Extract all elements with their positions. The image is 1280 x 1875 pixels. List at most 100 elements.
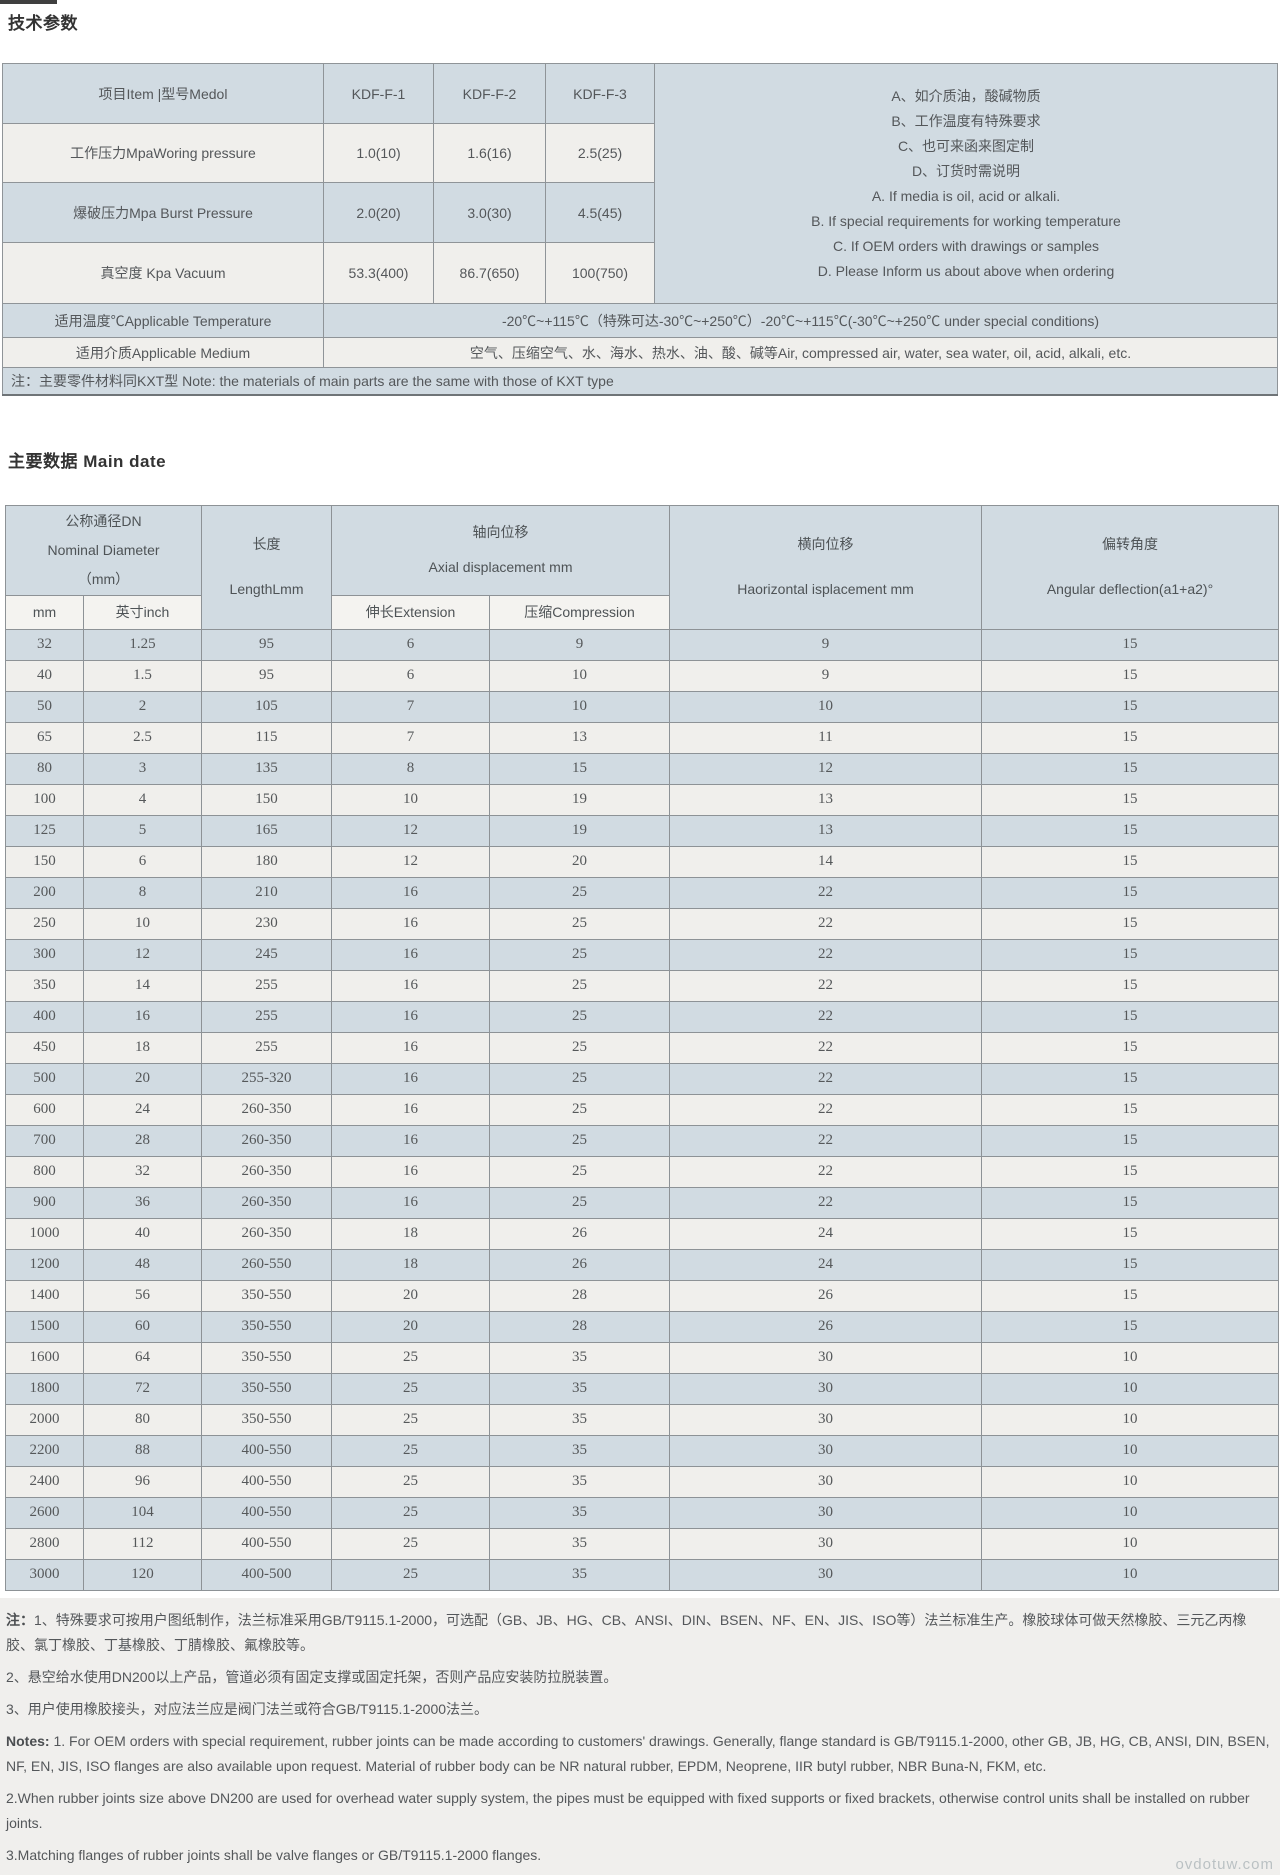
table-cell: 10: [982, 1497, 1279, 1528]
table-cell: 15: [982, 1280, 1279, 1311]
table-cell: 25: [332, 1497, 490, 1528]
table-cell: 96: [84, 1466, 202, 1497]
table-cell: 180: [202, 846, 332, 877]
main-table-body: 321.259569915401.59561091550210571010156…: [6, 629, 1279, 1590]
header-line: 偏转角度: [982, 531, 1278, 558]
table-cell: 12: [84, 939, 202, 970]
table-cell: 8: [332, 753, 490, 784]
table-cell: 10: [982, 1404, 1279, 1435]
cell: 100(750): [546, 243, 655, 304]
table-cell: 35: [490, 1466, 670, 1497]
table-row: 160064350-55025353010: [6, 1342, 1279, 1373]
table-cell: 150: [6, 846, 84, 877]
table-cell: 80: [6, 753, 84, 784]
table-row: 50020255-32016252215: [6, 1063, 1279, 1094]
table-cell: 100: [6, 784, 84, 815]
table-cell: 1.5: [84, 660, 202, 691]
table-cell: 15: [982, 722, 1279, 753]
main-data-table: 公称通径DN Nominal Diameter （mm） 长度 LengthLm…: [5, 505, 1279, 1591]
table-cell: 11: [670, 722, 982, 753]
table-row: 200080350-55025353010: [6, 1404, 1279, 1435]
table-row: 140056350-55020282615: [6, 1280, 1279, 1311]
table-cell: 15: [982, 1094, 1279, 1125]
table-cell: 800: [6, 1156, 84, 1187]
table-cell: 350: [6, 970, 84, 1001]
table-cell: 255: [202, 1001, 332, 1032]
side-note-line: C. If OEM orders with drawings or sample…: [659, 234, 1273, 259]
table-cell: 88: [84, 1435, 202, 1466]
table-cell: 300: [6, 939, 84, 970]
table-cell: 25: [490, 1125, 670, 1156]
table-cell: 22: [670, 908, 982, 939]
header-line: 横向位移: [670, 531, 981, 558]
table-cell: 1600: [6, 1342, 84, 1373]
table-cell: 28: [490, 1311, 670, 1342]
temperature-row: 适用温度℃Applicable Temperature -20℃~+115℃（特…: [3, 304, 1278, 338]
table-cell: 25: [332, 1466, 490, 1497]
table-cell: 20: [84, 1063, 202, 1094]
table-cell: 15: [982, 815, 1279, 846]
table-cell: 400-550: [202, 1435, 332, 1466]
table-cell: 10: [982, 1435, 1279, 1466]
model-header-3: KDF-F-3: [546, 64, 655, 124]
table-row: 150618012201415: [6, 846, 1279, 877]
header-line: LengthLmm: [202, 576, 331, 603]
table-cell: 30: [670, 1466, 982, 1497]
temperature-value: -20℃~+115℃（特殊可达-30℃~+250℃）-20℃~+115℃(-30…: [324, 304, 1278, 338]
tech-item-header: 项目Item |型号Medol: [3, 64, 324, 124]
row-label: 适用温度℃Applicable Temperature: [3, 304, 324, 338]
table-cell: 25: [332, 1404, 490, 1435]
header-row-main: 公称通径DN Nominal Diameter （mm） 长度 LengthLm…: [6, 505, 1279, 595]
table-cell: 400-550: [202, 1528, 332, 1559]
length-header: 长度 LengthLmm: [202, 505, 332, 629]
table-row: 652.51157131115: [6, 722, 1279, 753]
angular-header: 偏转角度 Angular deflection(a1+a2)°: [982, 505, 1279, 629]
table-cell: 25: [332, 1435, 490, 1466]
table-cell: 25: [490, 939, 670, 970]
table-cell: 16: [332, 970, 490, 1001]
table-cell: 1.25: [84, 629, 202, 660]
header-line: （mm）: [6, 565, 201, 594]
table-cell: 2800: [6, 1528, 84, 1559]
note-line-cn-2: 2、悬空给水使用DN200以上产品，管道必须有固定支撑或固定托架，否则产品应安装…: [6, 1665, 1270, 1690]
table-cell: 125: [6, 815, 84, 846]
table-cell: 135: [202, 753, 332, 784]
table-cell: 14: [670, 846, 982, 877]
model-header-1: KDF-F-1: [324, 64, 434, 124]
table-cell: 20: [332, 1280, 490, 1311]
table-cell: 32: [6, 629, 84, 660]
table-cell: 48: [84, 1249, 202, 1280]
table-cell: 255-320: [202, 1063, 332, 1094]
table-row: 70028260-35016252215: [6, 1125, 1279, 1156]
table-row: 321.259569915: [6, 629, 1279, 660]
table-cell: 115: [202, 722, 332, 753]
medium-value: 空气、压缩空气、水、海水、热水、油、酸、碱等Air, compressed ai…: [324, 338, 1278, 368]
table-row: 2501023016252215: [6, 908, 1279, 939]
note-line-en-1: Notes: 1. For OEM orders with special re…: [6, 1729, 1270, 1779]
table-row: 80032260-35016252215: [6, 1156, 1279, 1187]
table-cell: 16: [332, 1187, 490, 1218]
table-cell: 20: [490, 846, 670, 877]
compression-subheader: 压缩Compression: [490, 595, 670, 629]
cell: 86.7(650): [434, 243, 546, 304]
note-line-cn-3: 3、用户使用橡胶接头，对应法兰应是阀门法兰或符合GB/T9115.1-2000法…: [6, 1697, 1270, 1722]
table-cell: 16: [332, 1001, 490, 1032]
side-note-line: B、工作温度有特殊要求: [659, 109, 1273, 134]
table-cell: 16: [332, 939, 490, 970]
table-row: 120048260-55018262415: [6, 1249, 1279, 1280]
table-cell: 95: [202, 629, 332, 660]
table-cell: 15: [982, 1032, 1279, 1063]
table-cell: 25: [490, 877, 670, 908]
table-cell: 1800: [6, 1373, 84, 1404]
table-cell: 105: [202, 691, 332, 722]
table-cell: 16: [332, 908, 490, 939]
tech-section-title: 技术参数: [8, 9, 1280, 34]
table-cell: 20: [332, 1311, 490, 1342]
table-cell: 16: [332, 877, 490, 908]
table-row: 100040260-35018262415: [6, 1218, 1279, 1249]
table-cell: 22: [670, 1001, 982, 1032]
table-cell: 25: [490, 1032, 670, 1063]
page: 技术参数 项目Item |型号Medol KDF-F-1 KDF-F-2 KDF…: [0, 0, 1280, 1875]
tech-footnote-row: 注：主要零件材料同KXT型 Note: the materials of mai…: [3, 368, 1278, 395]
table-cell: 400-550: [202, 1466, 332, 1497]
